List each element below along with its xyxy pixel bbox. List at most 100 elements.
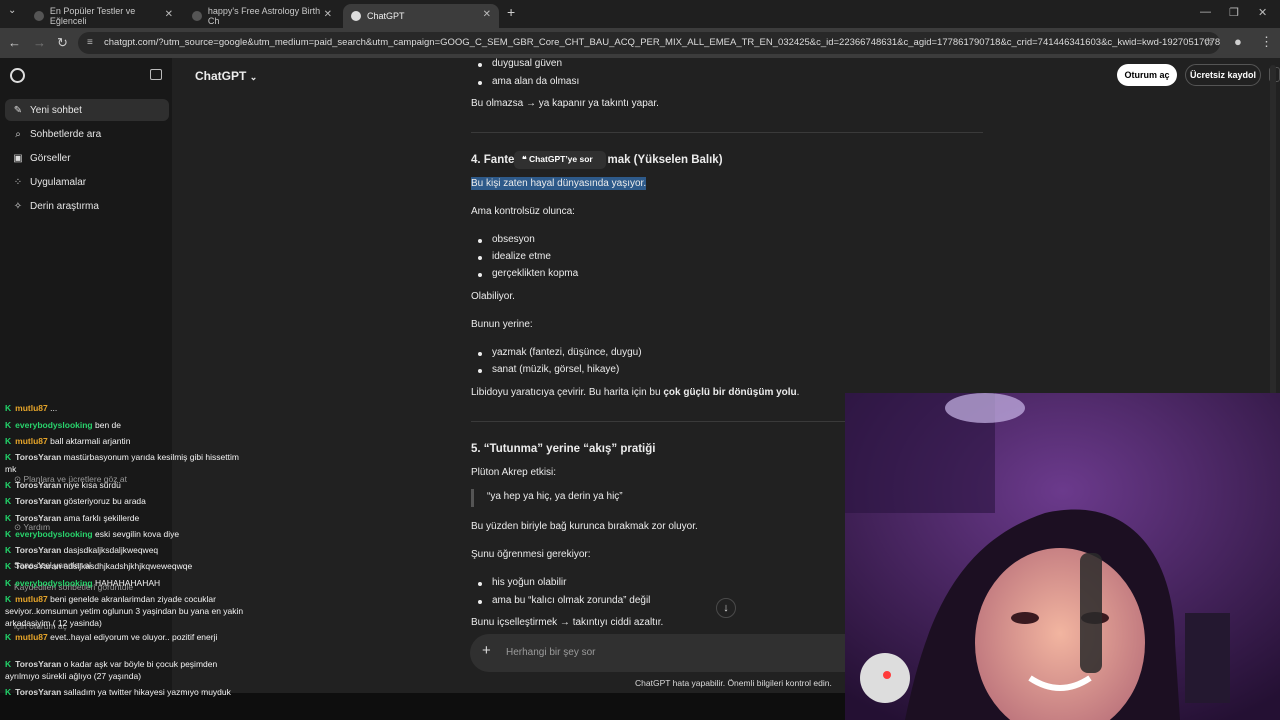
chat-message: K TorosYaran o kadar aşk var böyle bi çoc… <box>5 658 245 682</box>
profile-icon[interactable]: ● <box>1234 34 1242 49</box>
chatgpt-logo-icon[interactable] <box>10 68 25 83</box>
kick-icon: K <box>5 659 12 669</box>
chat-text: ama farklı şekillerde <box>63 513 140 523</box>
model-selector[interactable]: ChatGPT ⌄ <box>195 69 257 83</box>
url-text: chatgpt.com/?utm_source=google&utm_mediu… <box>104 37 1220 48</box>
tab-title: ChatGPT <box>367 11 405 21</box>
kick-icon: K <box>5 578 12 588</box>
divider <box>471 421 845 422</box>
back-icon[interactable]: ← <box>8 35 21 50</box>
reload-icon[interactable]: ↻ <box>57 35 68 51</box>
kick-icon: K <box>5 420 12 430</box>
quote-icon: ❝ <box>522 154 527 164</box>
chatgpt-favicon <box>351 11 361 21</box>
chat-text: ... <box>50 403 58 413</box>
divider <box>471 132 983 133</box>
bullet-marker <box>478 239 482 243</box>
kick-icon: K <box>5 561 12 571</box>
blockquote-text: “ya hep ya hiç, ya derin ya hiç” <box>487 491 623 502</box>
tab-list-icon[interactable]: ⌄ <box>8 5 16 16</box>
paragraph: Bunun yerine: <box>471 319 533 330</box>
sidebar-item-label: Yeni sohbet <box>30 104 82 116</box>
disclaimer-text: ChatGPT hata yapabilir. Önemli bilgileri… <box>635 678 832 688</box>
sidebar-item-images[interactable]: ▣ Görseller <box>5 147 169 169</box>
browser-tab-2[interactable]: happy's Free Astrology Birth Ch ✕ <box>184 4 340 28</box>
bullet-marker <box>478 63 482 67</box>
chat-message: K TorosYaran salladım ya twitter hikayesi… <box>5 686 245 698</box>
text-span: Libidoyu yaratıcıya çevirir. Bu harita i… <box>471 387 664 398</box>
chat-message: Kmutlu87 ... <box>5 402 245 414</box>
selected-text[interactable]: Bu kişi zaten hayal dünyasında yaşıyor. <box>471 177 647 190</box>
bookmark-star-icon[interactable]: ☆ <box>1203 35 1214 49</box>
kick-icon: K <box>5 496 12 506</box>
browser-tab-3[interactable]: ChatGPT ✕ <box>343 4 499 28</box>
images-icon: ▣ <box>13 152 23 164</box>
chat-user: TorosYaran <box>15 513 62 523</box>
maximize-icon[interactable]: ❐ <box>1229 6 1239 19</box>
chat-text: ben de <box>94 420 121 430</box>
close-tab-icon[interactable]: ✕ <box>165 9 173 20</box>
list-item: obsesyon <box>492 234 535 245</box>
bullet-marker <box>478 600 482 604</box>
bullet-marker <box>478 582 482 586</box>
attach-plus-icon[interactable]: + <box>482 642 491 659</box>
sidebar-item-deep-research[interactable]: ✧ Derin araştırma <box>5 195 169 217</box>
minimize-icon[interactable]: — <box>1200 6 1211 18</box>
browser-toolbar: ← → ↻ ≡ chatgpt.com/?utm_source=google&u… <box>0 28 1280 58</box>
edit-icon: ✎ <box>13 104 23 116</box>
close-tab-icon[interactable]: ✕ <box>483 9 491 20</box>
site-info-icon[interactable]: ≡ <box>87 37 93 48</box>
chat-user: everybodyslooking <box>15 578 93 588</box>
text-span: . <box>796 387 800 398</box>
chat-message: K TorosYaran mastürbasyonum yarıda kesilm… <box>5 451 245 475</box>
login-button[interactable]: Oturum aç <box>1117 64 1177 86</box>
chat-text: salladım ya twitter hikayesi yazmıyo muy… <box>63 687 231 697</box>
sidebar-toggle-icon[interactable] <box>150 69 162 80</box>
browser-tab-1[interactable]: En Popüler Testler ve Eğlenceli ✕ <box>26 4 181 28</box>
close-window-icon[interactable]: ✕ <box>1258 6 1267 19</box>
paragraph: Plüton Akrep etkisi: <box>471 467 557 478</box>
chat-message: Keverybodyslooking ben de <box>5 419 245 431</box>
sidebar-item-new-chat[interactable]: ✎ Yeni sohbet <box>5 99 169 121</box>
sidebar-item-label: Görseller <box>30 152 71 164</box>
address-bar[interactable]: ≡ chatgpt.com/?utm_source=google&utm_med… <box>78 32 1220 54</box>
tab-title: happy's Free Astrology Birth Ch <box>207 6 321 26</box>
model-name: ChatGPT <box>195 69 247 83</box>
list-item: ama alan da olması <box>492 76 580 87</box>
paragraph: Şunu öğrenmesi gerekiyor: <box>471 549 591 560</box>
kick-icon: K <box>5 687 12 697</box>
popup-label: ChatGPT’ye sor <box>528 154 593 164</box>
list-item: gerçeklikten kopma <box>492 268 579 279</box>
chat-text: niye kısa sürdü <box>63 480 121 490</box>
sidebar-item-label: Uygulamalar <box>30 176 87 188</box>
chat-text: gösteriyoruz bu arada <box>63 496 146 506</box>
scrollbar[interactable] <box>1270 65 1276 395</box>
chat-user: everybodyslooking <box>15 529 93 539</box>
browser-menu-icon[interactable]: ⋮ <box>1260 34 1273 50</box>
chat-message: K TorosYaran ama farklı şekillerde <box>5 512 245 524</box>
chat-user: TorosYaran <box>15 480 62 490</box>
message-composer[interactable]: + Herhangi bir şey sor <box>470 634 850 672</box>
research-icon: ✧ <box>13 200 23 212</box>
chat-user: TorosYaran <box>15 452 62 462</box>
close-tab-icon[interactable]: ✕ <box>324 9 332 20</box>
search-icon: ⌕ <box>15 128 21 140</box>
chat-message: Keverybodyslooking eski sevgilin kova di… <box>5 528 245 540</box>
chat-user: mutlu87 <box>15 632 48 642</box>
composer-placeholder: Herhangi bir şey sor <box>506 647 596 658</box>
chat-message: K TorosYaran niye kısa sürdü <box>5 479 245 491</box>
scroll-down-icon[interactable]: ↓ <box>716 598 736 618</box>
forward-icon[interactable]: → <box>33 35 46 50</box>
chat-text: eski sevgilin kova diye <box>94 529 180 539</box>
sidebar-item-apps[interactable]: ⁘ Uygulamalar <box>5 171 169 193</box>
sidebar-item-search[interactable]: ⌕ Sohbetlerde ara <box>5 123 169 145</box>
new-tab-icon[interactable]: + <box>507 4 515 20</box>
chat-text: dasjsdkaljksdaljkweqweq <box>63 545 159 555</box>
ask-chatgpt-popup[interactable]: ❝ ChatGPT’ye sor <box>514 151 606 169</box>
kick-icon: K <box>5 529 12 539</box>
signup-button[interactable]: Ücretsiz kaydol <box>1185 64 1261 86</box>
paragraph: Libidoyu yaratıcıya çevirir. Bu harita i… <box>471 387 799 398</box>
kick-icon: K <box>5 594 12 604</box>
heading-text: 4. Fante <box>471 154 515 166</box>
chat-text: evet..hayal ediyorum ve oluyor.. pozitif… <box>50 632 218 642</box>
